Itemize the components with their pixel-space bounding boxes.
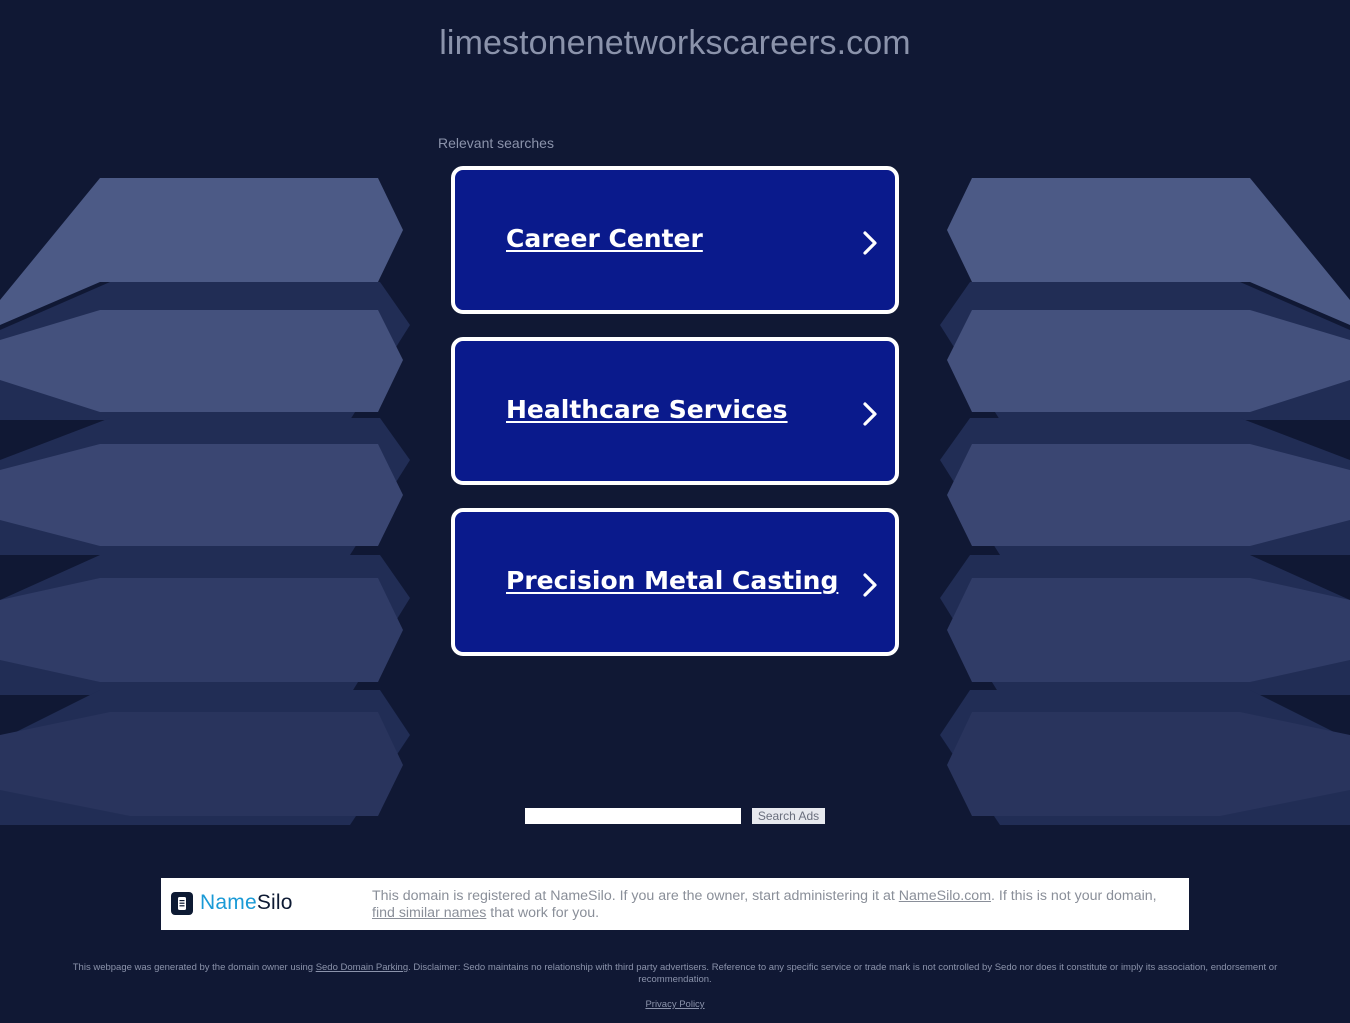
privacy-policy: Privacy Policy xyxy=(0,999,1350,1010)
chevron-right-icon xyxy=(863,573,877,597)
chevron-right-icon xyxy=(863,231,877,255)
privacy-policy-link[interactable]: Privacy Policy xyxy=(645,999,704,1010)
registrar-notice-text: that work for you. xyxy=(486,905,600,921)
footer-text: . Disclaimer: Sedo maintains no relation… xyxy=(408,962,1278,985)
search-link-label: Precision Metal Casting xyxy=(506,566,839,595)
page-content: limestonenetworkscareers.com Relevant se… xyxy=(0,0,1350,1023)
registrar-banner: NameSilo This domain is registered at Na… xyxy=(161,878,1189,930)
domain-title: limestonenetworkscareers.com xyxy=(439,24,911,62)
registrar-notice: This domain is registered at NameSilo. I… xyxy=(372,888,1182,922)
namesilo-wordmark: NameSilo xyxy=(200,891,293,915)
namesilo-link[interactable]: NameSilo.com xyxy=(899,888,991,904)
search-link-label: Career Center xyxy=(506,224,703,253)
search-link-precision-metal-casting[interactable]: Precision Metal Casting xyxy=(451,508,899,656)
search-link-healthcare-services[interactable]: Healthcare Services xyxy=(451,337,899,485)
namesilo-logo[interactable]: NameSilo xyxy=(171,890,293,916)
footer-disclaimer: This webpage was generated by the domain… xyxy=(70,962,1280,986)
search-link-career-center[interactable]: Career Center xyxy=(451,166,899,314)
namesilo-logo-icon xyxy=(171,891,193,915)
namesilo-wordmark-silo: Silo xyxy=(256,891,293,914)
registrar-notice-text: . If this is not your domain, xyxy=(991,888,1157,904)
search-link-label: Healthcare Services xyxy=(506,395,788,424)
search-input[interactable] xyxy=(525,808,741,824)
search-ads-button[interactable]: Search Ads xyxy=(752,808,825,824)
find-similar-names-link[interactable]: find similar names xyxy=(372,905,486,921)
registrar-notice-text: This domain is registered at NameSilo. I… xyxy=(372,888,899,904)
footer-text: This webpage was generated by the domain… xyxy=(72,962,316,973)
namesilo-wordmark-name: Name xyxy=(200,891,257,914)
relevant-searches-label: Relevant searches xyxy=(438,135,554,151)
chevron-right-icon xyxy=(863,402,877,426)
sedo-domain-parking-link[interactable]: Sedo Domain Parking xyxy=(316,962,408,973)
